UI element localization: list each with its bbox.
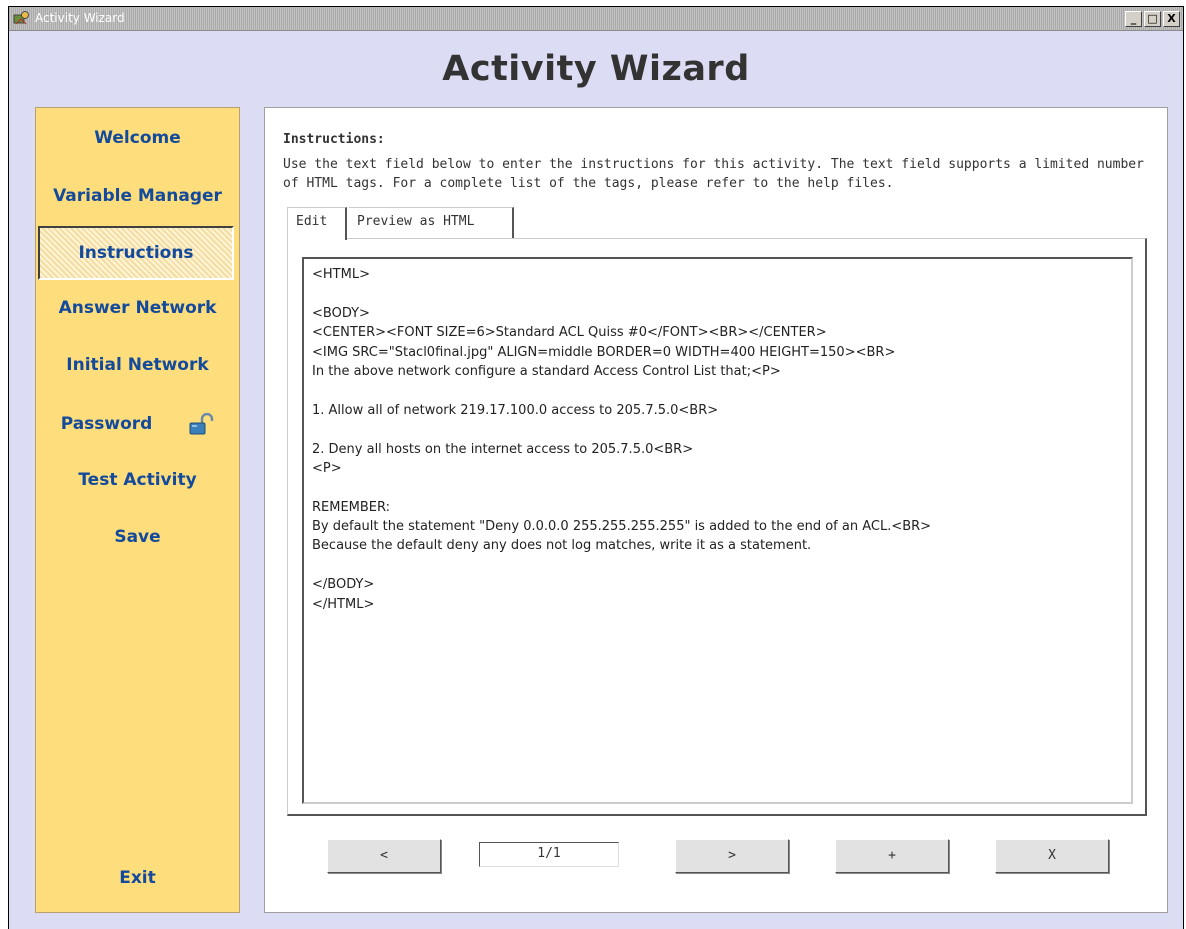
sidebar-item-answer-network[interactable]: Answer Network xyxy=(36,298,239,318)
editor-line: <P> xyxy=(312,460,342,476)
main-panel: Instructions: Use the text field below t… xyxy=(264,107,1168,913)
app-heading: Activity Wizard xyxy=(442,49,750,89)
add-page-button[interactable]: + xyxy=(835,839,949,873)
page-indicator-field[interactable]: 1/1 xyxy=(479,842,619,867)
sidebar-item-save[interactable]: Save xyxy=(36,527,239,547)
sidebar-item-variable-manager[interactable]: Variable Manager xyxy=(36,186,239,206)
editor-line: </BODY> xyxy=(312,577,375,593)
instructions-heading: Instructions: xyxy=(283,132,385,147)
sidebar-item-password[interactable]: Password xyxy=(36,413,239,435)
editor-line: <IMG SRC="Stacl0final.jpg" ALIGN=middle … xyxy=(312,344,896,360)
wizard-app-icon xyxy=(13,11,29,25)
window-title: Activity Wizard xyxy=(35,11,125,25)
tab-panel: <HTML> <BODY> <CENTER><FONT SIZE=6>Standar… xyxy=(287,238,1147,816)
editor-line: </HTML> xyxy=(312,596,375,612)
sidebar-item-welcome[interactable]: Welcome xyxy=(36,128,239,148)
unlocked-padlock-icon xyxy=(189,413,214,435)
sidebar-item-password-label: Password xyxy=(60,414,153,434)
title-bar: Activity Wizard _ □ X xyxy=(9,7,1183,31)
activity-wizard-window: Activity Wizard _ □ X Activity Wizard We… xyxy=(8,6,1184,929)
editor-line: By default the statement "Deny 0.0.0.0 2… xyxy=(312,519,932,535)
next-page-button[interactable]: > xyxy=(675,839,789,873)
minimize-button[interactable]: _ xyxy=(1125,11,1142,27)
sidebar-item-instructions[interactable]: Instructions xyxy=(38,226,234,280)
sidebar-item-instructions-label: Instructions xyxy=(78,243,194,263)
maximize-button[interactable]: □ xyxy=(1144,11,1161,27)
sidebar-item-initial-network[interactable]: Initial Network xyxy=(36,355,239,375)
tab-preview-as-html[interactable]: Preview as HTML xyxy=(349,207,514,238)
editor-line: 1. Allow all of network 219.17.100.0 acc… xyxy=(312,402,719,418)
sidebar-item-exit[interactable]: Exit xyxy=(36,868,239,888)
editor-line: 2. Deny all hosts on the internet access… xyxy=(312,441,694,457)
editor-line: REMEMBER: xyxy=(312,499,391,515)
editor-line: <HTML> xyxy=(312,267,370,282)
instructions-text-editor[interactable]: <HTML> <BODY> <CENTER><FONT SIZE=6>Standar… xyxy=(302,257,1133,804)
delete-page-button[interactable]: X xyxy=(995,839,1109,873)
sidebar-item-test-activity[interactable]: Test Activity xyxy=(36,470,239,490)
editor-line: In the above network configure a standar… xyxy=(312,363,781,379)
previous-page-button[interactable]: < xyxy=(327,839,441,873)
instructions-description-line-1: Use the text field below to enter the in… xyxy=(283,157,1144,172)
editor-line: <CENTER><FONT SIZE=6>Standard ACL Quiss … xyxy=(312,325,827,341)
editor-line: Because the default deny any does not lo… xyxy=(312,538,812,554)
close-button[interactable]: X xyxy=(1163,11,1180,27)
instructions-description-line-2: of HTML tags. For a complete list of the… xyxy=(283,176,894,191)
editor-line: <BODY> xyxy=(312,305,370,321)
tab-edit[interactable]: Edit xyxy=(287,207,347,240)
sidebar: Welcome Variable Manager Instructions An… xyxy=(35,107,240,913)
instructions-description: Use the text field below to enter the in… xyxy=(283,155,1163,193)
